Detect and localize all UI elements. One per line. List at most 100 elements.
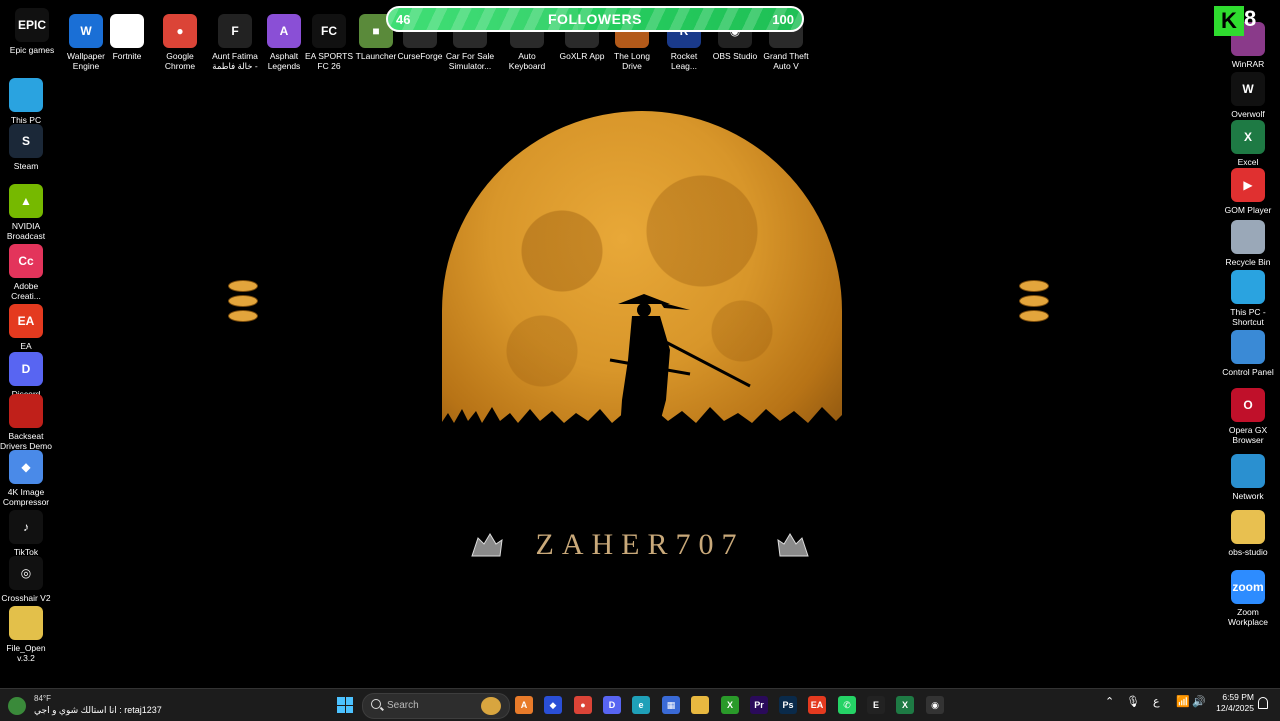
desktop-shortcut-label: Epic games: [9, 45, 55, 55]
desktop-shortcut-label: EA: [20, 341, 32, 351]
notification-bell-icon[interactable]: [1258, 697, 1268, 709]
taskbar-search[interactable]: Search: [362, 693, 510, 719]
discord-taskbar-icon[interactable]: D: [603, 696, 621, 714]
desktop-shortcut-label: OBS Studio: [712, 51, 758, 61]
desktop-shortcut[interactable]: DDiscord: [0, 352, 58, 399]
vbox-icon[interactable]: ◆: [544, 696, 562, 714]
desktop-shortcut-label: obs-studio: [1228, 547, 1268, 557]
coin-stack-right: [1019, 280, 1049, 325]
asphalt-legends-icon: A: [267, 14, 301, 48]
desktop-shortcut[interactable]: obs-studio: [1216, 510, 1280, 557]
edge-icon[interactable]: e: [632, 696, 650, 714]
desktop-shortcut-label: The Long Drive: [614, 51, 650, 71]
desktop-shortcut[interactable]: Control Panel: [1216, 330, 1280, 377]
4k-image-compressor-icon: ◆: [9, 450, 43, 484]
whatsapp-icon[interactable]: ✆: [838, 696, 856, 714]
followers-goal: 100: [772, 11, 794, 27]
search-highlight-icon: [481, 697, 501, 715]
followers-goal-widget: 46 FOLLOWERS 100: [386, 6, 804, 32]
widget-app-icon[interactable]: A: [515, 696, 533, 714]
desktop-shortcut-label: 4K Image Compressor: [2, 487, 50, 507]
ea-taskbar-icon[interactable]: EA: [808, 696, 826, 714]
desktop-shortcut-label: NVIDIA Broadcast: [6, 221, 46, 241]
chevron-up-icon[interactable]: ⌃: [1105, 695, 1114, 708]
fortnite-icon: [110, 14, 144, 48]
desktop-shortcut-label: Asphalt Legends: [267, 51, 301, 71]
file-explorer-icon[interactable]: [691, 696, 709, 714]
excel-icon: X: [1231, 120, 1265, 154]
kick-logo-icon: K: [1214, 6, 1244, 36]
desktop-shortcut[interactable]: W Overwolf: [1216, 72, 1280, 119]
desktop-shortcut-label: Crosshair V2: [1, 593, 51, 603]
desktop-shortcut[interactable]: File_Open v.3.2: [0, 606, 58, 663]
desktop-shortcut[interactable]: EA EA: [0, 304, 58, 351]
xbox-icon[interactable]: X: [721, 696, 739, 714]
obs-taskbar-icon[interactable]: ◉: [926, 696, 944, 714]
desktop-shortcut[interactable]: Recycle Bin: [1216, 220, 1280, 267]
desktop-shortcut-label: Backseat Drivers Demo: [0, 431, 52, 451]
desktop-shortcut-label: Grand Theft Auto V: [763, 51, 809, 71]
desktop-shortcut[interactable]: Network: [1216, 454, 1280, 501]
weather-widget[interactable]: 84°F انا استالك شوي و اجي : retaj1237: [6, 691, 186, 719]
volume-icon[interactable]: 🔊: [1192, 695, 1206, 708]
desktop-shortcut[interactable]: ◎ Crosshair V2: [0, 556, 58, 603]
photoshop-icon[interactable]: Ps: [779, 696, 797, 714]
samurai-figure: [609, 294, 751, 430]
desktop-shortcut[interactable]: ♪ TikTok: [0, 510, 58, 557]
overwolf-icon: W: [1231, 72, 1265, 106]
desktop-shortcut[interactable]: Cc Adobe Creati...: [0, 244, 58, 301]
desktop-shortcut-label: Control Panel: [1222, 367, 1274, 377]
desktop-shortcut[interactable]: This PC: [0, 78, 58, 125]
microphone-icon[interactable]: 🎙: [1126, 695, 1140, 708]
start-button[interactable]: [337, 697, 353, 713]
desktop-shortcut-label: This PC - Shortcut: [1230, 307, 1266, 327]
this-pc-icon: [9, 78, 43, 112]
chrome-taskbar-icon[interactable]: ●: [574, 696, 592, 714]
clock[interactable]: 6:59 PM 12/4/2025: [1214, 692, 1254, 714]
opera-gx-icon: O: [1231, 388, 1265, 422]
desktop-shortcut-label: Zoom Workplace: [1228, 607, 1268, 627]
premiere-icon[interactable]: Pr: [750, 696, 768, 714]
chat-notification: انا استالك شوي و اجي : retaj1237: [34, 705, 162, 715]
search-icon: [371, 699, 381, 709]
desktop-shortcut-label: Opera GX Browser: [1228, 425, 1268, 445]
desktop-shortcut-label: Rocket Leag...: [670, 51, 698, 71]
search-placeholder: Search: [387, 700, 419, 711]
language-indicator[interactable]: ع: [1153, 695, 1160, 708]
desktop-shortcut-label: GOM Player: [1224, 205, 1272, 215]
ea-icon: EA: [9, 304, 43, 338]
desktop-shortcut-label: Fortnite: [112, 51, 142, 61]
desktop-shortcut-label: File_Open v.3.2: [6, 643, 46, 663]
crosshair-icon: ◎: [9, 556, 43, 590]
store-icon[interactable]: ▦: [662, 696, 680, 714]
epic-taskbar-icon[interactable]: E: [867, 696, 885, 714]
desktop-shortcut[interactable]: O Opera GX Browser: [1216, 388, 1280, 445]
kick-count: 8: [1244, 6, 1257, 31]
taskbar: 84°F انا استالك شوي و اجي : retaj1237 Se…: [0, 688, 1280, 721]
tiktok-icon: ♪: [9, 510, 43, 544]
desktop-shortcut-label: Recycle Bin: [1225, 257, 1271, 267]
desktop-shortcut[interactable]: ▶ GOM Player: [1216, 168, 1280, 215]
desktop-shortcut-label: Adobe Creati...: [11, 281, 41, 301]
desktop-shortcut[interactable]: S Steam: [0, 124, 58, 171]
desktop-shortcut-label: Excel: [1237, 157, 1259, 167]
brand-banner: ZAHER707: [470, 527, 810, 563]
desktop-shortcut[interactable]: Backseat Drivers Demo: [0, 394, 58, 451]
desktop-shortcut[interactable]: ▲ NVIDIA Broadcast: [0, 184, 58, 241]
excel-taskbar-icon[interactable]: X: [896, 696, 914, 714]
gom-player-icon: ▶: [1231, 168, 1265, 202]
epic-games-icon: EPIC: [15, 8, 49, 42]
desktop-shortcut-label: Network: [1232, 491, 1264, 501]
desktop-shortcut[interactable]: This PC - Shortcut: [1216, 270, 1280, 327]
desktop-shortcut[interactable]: zoom Zoom Workplace: [1216, 570, 1280, 627]
control-panel-icon: [1231, 330, 1265, 364]
desktop-shortcut[interactable]: X Excel: [1216, 120, 1280, 167]
discord-icon: D: [9, 352, 43, 386]
desktop-shortcut[interactable]: ◆ 4K Image Compressor: [0, 450, 58, 507]
desktop-shortcut-label: GoXLR App: [559, 51, 605, 61]
ea-fc26-icon: FC: [312, 14, 346, 48]
clock-time: 6:59 PM: [1222, 692, 1254, 702]
folder-icon: [1231, 510, 1265, 544]
wifi-icon[interactable]: 📶: [1176, 695, 1190, 708]
recycle-bin-icon: [1231, 220, 1265, 254]
